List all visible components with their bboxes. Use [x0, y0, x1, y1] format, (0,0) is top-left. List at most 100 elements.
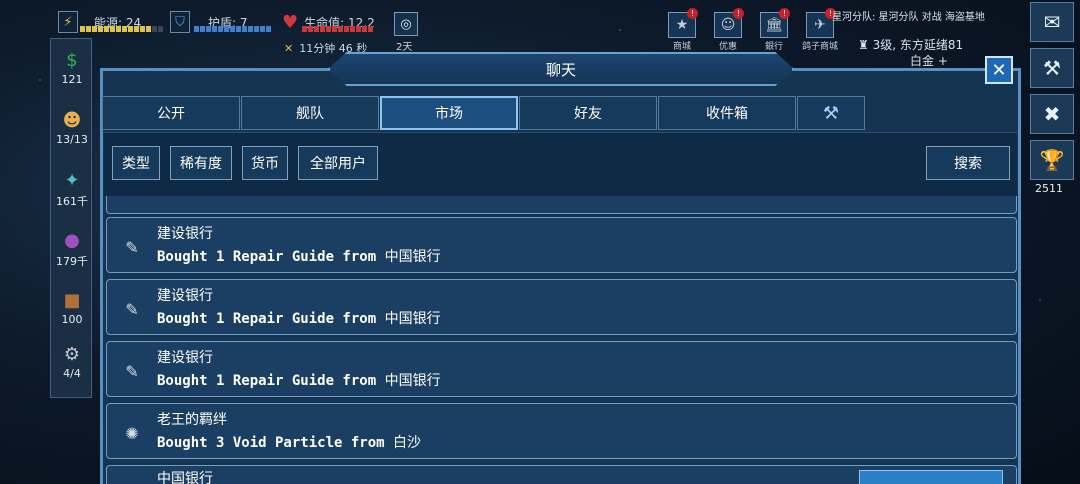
right-button-chat[interactable]: ✉	[1030, 2, 1074, 42]
money-icon: $	[66, 49, 78, 71]
top-icon-discount[interactable]: ☺! 优惠	[710, 8, 746, 52]
meter-segment	[242, 26, 247, 32]
right-button-trophy[interactable]: 🏆 2511	[1030, 140, 1074, 195]
meter-segment	[98, 26, 103, 32]
message-text: Bought 1 Repair Guide from 中国银行	[157, 308, 441, 328]
close-button[interactable]: ✕	[985, 56, 1013, 84]
tab-chat-1[interactable]: 舰队	[241, 96, 379, 130]
meter-segment	[116, 26, 121, 32]
action-button[interactable]	[859, 470, 1003, 484]
tab-chat-3[interactable]: 好友	[519, 96, 657, 130]
crystal-icon: ✦	[64, 169, 80, 191]
tab-chat-4[interactable]: 收件箱	[658, 96, 796, 130]
sidebar-item-orb[interactable]: ● 179千	[51, 227, 93, 269]
list-item[interactable]: ✎ 建设银行 Bought 1 Repair Guide from 中国银行	[106, 217, 1017, 273]
message-sender: 建设银行	[157, 288, 213, 304]
resource-sidebar: $121 ☻ 13/13 ✦ 161千 ● 179千 ■ 100 ⚙ 4/4	[50, 38, 92, 398]
message-text: Bought 1 Repair Guide from 中国银行	[157, 370, 441, 390]
sidebar-value: 100	[61, 313, 83, 326]
message-seller: 白沙	[393, 435, 422, 451]
meter-segment	[266, 26, 271, 32]
filter-currency-button[interactable]: 货币	[242, 146, 288, 180]
hp-meter	[302, 26, 373, 32]
meter-segment	[92, 26, 97, 32]
meter-segment	[128, 26, 133, 32]
meter-segment	[230, 26, 235, 32]
energy-icon: ⚡	[58, 11, 78, 33]
alert-badge: !	[687, 8, 698, 19]
right-button-no-weapon[interactable]: ✖	[1030, 94, 1074, 134]
top-icon-label: 銀行	[764, 42, 783, 52]
meter-segment	[248, 26, 253, 32]
cargo-icon: ■	[63, 289, 81, 311]
sidebar-value: 179千	[56, 255, 88, 268]
message-sender: 中国银行	[157, 471, 213, 484]
no-weapon-icon: ✖	[1043, 102, 1061, 126]
meter-segment	[314, 26, 319, 32]
filter-type-button[interactable]: 类型	[112, 146, 160, 180]
top-icon-label: 优惠	[718, 42, 737, 52]
message-seller: 中国银行	[384, 311, 441, 327]
meter-segment	[308, 26, 313, 32]
top-icon-bank[interactable]: 🏛! 銀行	[756, 8, 792, 52]
fleet-rank-info: 白金 +	[910, 54, 948, 68]
clock-icon[interactable]: ◎	[394, 12, 418, 36]
crew-icon: ☻	[62, 109, 82, 131]
list-item[interactable]: ✺ 老王的羁绊 Bought 3 Void Particle from 白沙	[106, 403, 1017, 459]
search-button[interactable]: 搜索	[926, 146, 1010, 180]
fleet-battle-info: 星河分队: 星河分队 对战 海盗基地	[832, 12, 985, 23]
meter-segment	[260, 26, 265, 32]
meter-segment	[134, 26, 139, 32]
sidebar-item-crystal[interactable]: ✦ 161千	[51, 167, 93, 209]
shield-icon: ⛉	[170, 11, 190, 33]
sidebar-value: 121	[61, 73, 83, 86]
hammer-icon: ⚒	[1043, 56, 1061, 80]
filter-rarity-button[interactable]: 稀有度	[170, 146, 232, 180]
sidebar-item-crew[interactable]: ☻ 13/13	[51, 107, 93, 147]
alert-badge: !	[733, 8, 744, 19]
meter-segment	[224, 26, 229, 32]
meter-segment	[356, 26, 361, 32]
list-item[interactable]: ✎ 建设银行 Bought 1 Repair Guide from 中国银行	[106, 279, 1017, 335]
sidebar-item-drone[interactable]: ⚙ 4/4	[51, 341, 93, 381]
alert-badge: !	[779, 8, 790, 19]
tab-chat-2[interactable]: 市场	[380, 96, 518, 130]
meter-segment	[200, 26, 205, 32]
meter-segment	[80, 26, 85, 32]
trophy-icon: 🏆	[1039, 148, 1065, 172]
meter-segment	[320, 26, 325, 32]
meter-segment	[368, 26, 373, 32]
sidebar-item-money[interactable]: $121	[51, 47, 93, 87]
close-icon: ✕	[991, 59, 1007, 81]
top-icon-star-shop[interactable]: ★! 商城	[664, 8, 700, 52]
meter-segment	[152, 26, 157, 32]
meter-segment	[332, 26, 337, 32]
drone-icon: ⚙	[63, 343, 81, 365]
message-seller: 中国银行	[384, 373, 441, 389]
top-icon-label: 鸽子商城	[802, 42, 839, 52]
sidebar-item-cargo[interactable]: ■ 100	[51, 287, 93, 327]
list-item[interactable]: ✎ 建设银行 Bought 1 Repair Guide from 中国银行	[106, 341, 1017, 397]
list-item-partial[interactable]: 中国银行	[106, 465, 1017, 484]
meter-segment	[344, 26, 349, 32]
chat-tabs: 公开 舰队 市场 好友 收件箱 ⚒	[102, 96, 866, 130]
orb-icon: ●	[64, 229, 80, 251]
message-action: Bought 1 Repair Guide from	[157, 373, 377, 389]
meter-segment	[362, 26, 367, 32]
wrench-icon: ✕	[284, 42, 294, 55]
tab-tools[interactable]: ⚒	[797, 96, 865, 130]
meter-segment	[350, 26, 355, 32]
void-particle-icon: ✺	[125, 423, 139, 443]
meter-segment	[146, 26, 151, 32]
energy-meter	[80, 26, 163, 32]
meter-segment	[86, 26, 91, 32]
filter-users-button[interactable]: 全部用户	[298, 146, 378, 180]
hammer-icon: ⚒	[822, 102, 840, 124]
meter-segment	[236, 26, 241, 32]
right-button-hammer[interactable]: ⚒	[1030, 48, 1074, 88]
message-action: Bought 1 Repair Guide from	[157, 311, 377, 327]
heart-icon: ♥	[282, 11, 299, 33]
tab-chat-0[interactable]: 公开	[102, 96, 240, 130]
meter-segment	[140, 26, 145, 32]
meter-segment	[338, 26, 343, 32]
